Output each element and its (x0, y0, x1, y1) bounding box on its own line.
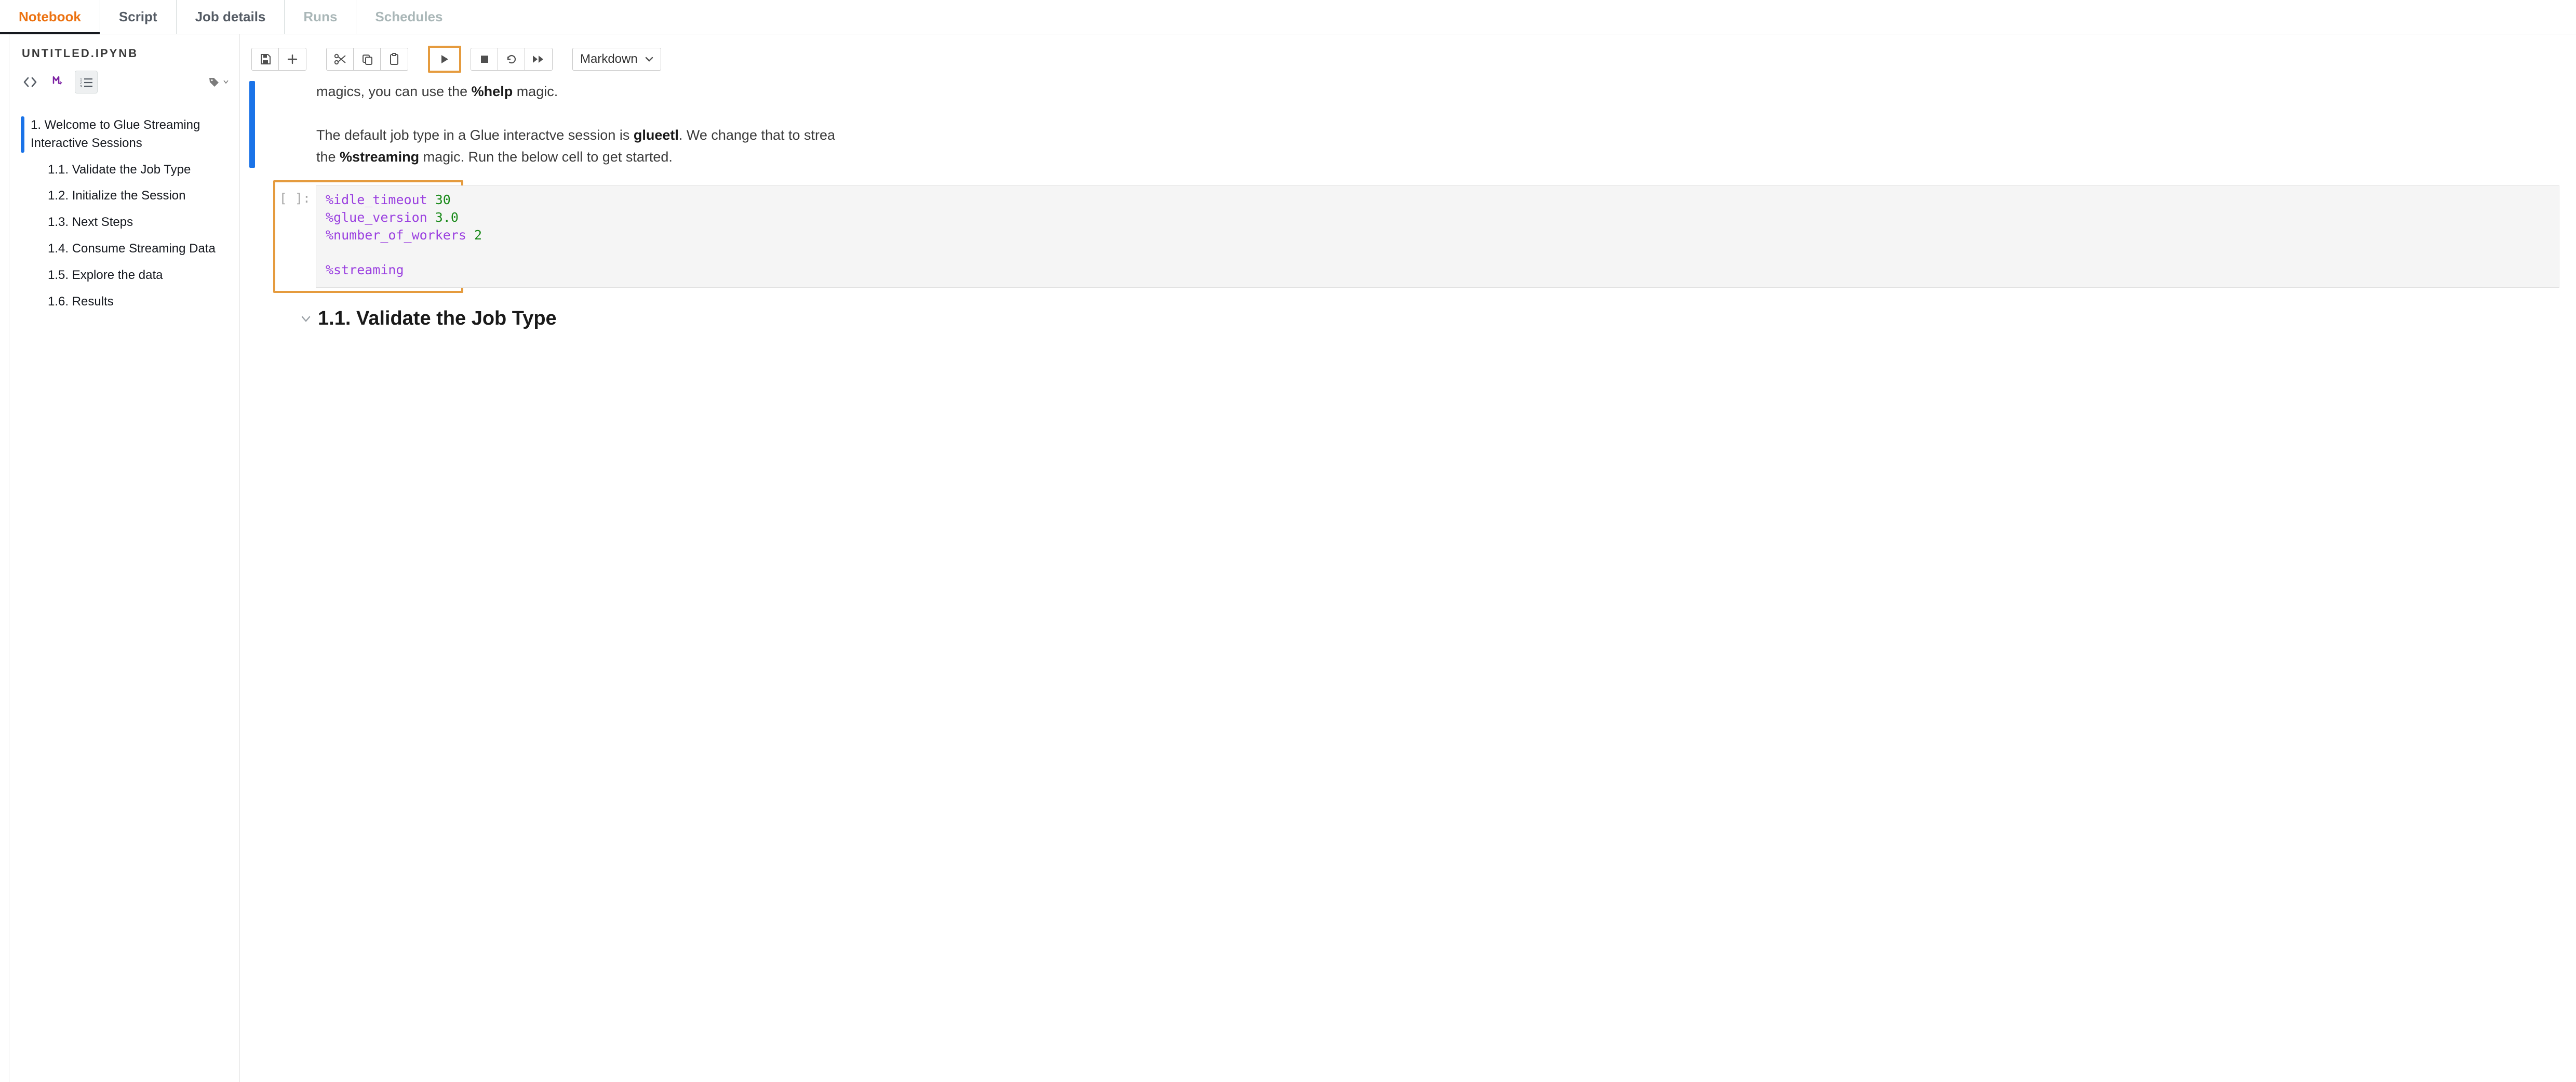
run-button[interactable] (430, 48, 459, 71)
svg-text:3: 3 (80, 85, 82, 87)
add-cell-button[interactable] (279, 48, 306, 70)
numbered-list-icon: 1 2 3 (80, 77, 92, 87)
stop-icon (480, 55, 489, 63)
toc-item-1-2[interactable]: 1.2. Initialize the Session (19, 183, 230, 209)
toc-item-1-4[interactable]: 1.4. Consume Streaming Data (19, 236, 230, 262)
markdown-text: magics, you can use the %help magic. The… (316, 81, 846, 168)
tab-schedules: Schedules (356, 0, 461, 34)
clipboard-icon (389, 53, 399, 65)
markdown-cell[interactable]: magics, you can use the %help magic. The… (249, 81, 2576, 168)
toc-item-1-6[interactable]: 1.6. Results (19, 289, 230, 315)
scissors-icon (334, 54, 346, 65)
reload-icon (506, 54, 517, 65)
copy-button[interactable] (354, 48, 381, 70)
code-cell[interactable]: [ ]: %idle_timeout 30 %glue_version 3.0 … (275, 185, 461, 288)
kernel-group (471, 48, 553, 71)
code-body[interactable]: %idle_timeout 30 %glue_version 3.0 %numb… (316, 185, 2559, 288)
plus-icon (287, 54, 298, 64)
markdown-view-button[interactable] (47, 71, 70, 93)
top-tabs: Notebook Script Job details Runs Schedul… (0, 0, 2576, 34)
code-view-button[interactable] (19, 71, 42, 93)
run-button-highlight (428, 46, 461, 73)
tag-menu-button[interactable] (207, 71, 230, 93)
view-toggles: 1 2 3 (19, 71, 230, 93)
save-icon (260, 54, 271, 65)
section-heading: 1.1. Validate the Job Type (318, 308, 557, 330)
chevron-down-icon (645, 56, 653, 62)
cell-type-value: Markdown (580, 52, 638, 66)
tag-icon (209, 77, 221, 87)
section-heading-row: 1.1. Validate the Job Type (249, 308, 2576, 330)
tab-runs: Runs (285, 0, 356, 34)
tab-job-details[interactable]: Job details (177, 0, 285, 34)
tab-notebook[interactable]: Notebook (0, 0, 100, 34)
notebook-content: Markdown magics, you can use the %help m… (240, 34, 2576, 1082)
chevron-down-icon (301, 315, 311, 323)
tab-script[interactable]: Script (100, 0, 177, 34)
toc-item-1-1[interactable]: 1.1. Validate the Job Type (19, 157, 230, 183)
paste-button[interactable] (381, 48, 408, 70)
restart-button[interactable] (498, 48, 525, 70)
collapse-toggle[interactable] (301, 315, 311, 323)
toc-item-1-3[interactable]: 1.3. Next Steps (19, 209, 230, 236)
sidebar: UNTITLED.IPYNB 1 2 3 (9, 34, 240, 1082)
fast-forward-icon (532, 55, 545, 63)
caret-down-icon (223, 80, 229, 84)
code-prompt: [ ]: (275, 185, 316, 288)
copy-icon (361, 54, 373, 65)
file-group (251, 48, 306, 71)
clipboard-group (326, 48, 408, 71)
play-icon (440, 55, 449, 64)
cut-button[interactable] (327, 48, 354, 70)
left-gutter (0, 34, 9, 1082)
markdown-icon (52, 75, 64, 89)
toc: 1. Welcome to Glue Streaming Interactive… (19, 107, 230, 315)
svg-text:2: 2 (80, 82, 82, 85)
cell-active-bar (249, 81, 255, 168)
toc-view-button[interactable]: 1 2 3 (75, 71, 98, 93)
save-button[interactable] (252, 48, 279, 70)
toc-item-1-5[interactable]: 1.5. Explore the data (19, 262, 230, 289)
run-all-button[interactable] (525, 48, 552, 70)
code-cell-highlight: [ ]: %idle_timeout 30 %glue_version 3.0 … (273, 180, 463, 293)
toc-item-1[interactable]: 1. Welcome to Glue Streaming Interactive… (19, 112, 230, 157)
filename: UNTITLED.IPYNB (19, 47, 230, 60)
svg-text:1: 1 (80, 78, 82, 82)
code-icon (23, 77, 37, 87)
toc-active-bar (21, 116, 24, 153)
notebook-toolbar: Markdown (249, 44, 2576, 81)
cell-type-select[interactable]: Markdown (572, 48, 661, 71)
stop-button[interactable] (471, 48, 498, 70)
